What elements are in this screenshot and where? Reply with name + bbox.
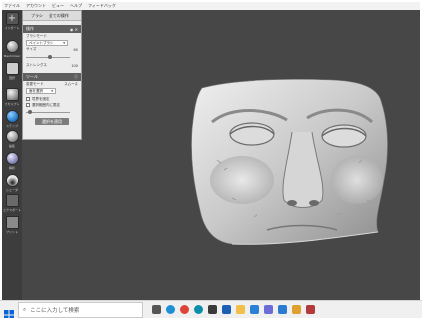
edge-new-icon[interactable]: [194, 305, 203, 314]
menu-bar: ファイル アカウント ビュー ヘルプ フィードバック: [2, 2, 420, 10]
panel-tabs: ブラシ 全ての操作: [23, 11, 81, 21]
cheek-left: [210, 156, 274, 204]
tool-label: 編集: [8, 144, 15, 148]
strength-row: ストレングス 100: [23, 62, 81, 69]
mode-row: 変更モード スムース: [23, 81, 81, 88]
size-value: 60: [73, 47, 78, 52]
brush-mode-value: ペイントブラシ: [29, 40, 54, 45]
print-icon: [5, 216, 19, 229]
photos-icon[interactable]: [264, 305, 273, 314]
tool-label: Meshmixer: [3, 54, 21, 58]
tool-label: シェーダ: [5, 188, 18, 192]
brush-mode-label: ブラシモード: [26, 34, 47, 38]
info-icon[interactable]: ⓘ: [74, 74, 78, 80]
shader-icon: [5, 174, 19, 187]
tool-meshmix[interactable]: Meshmixer: [4, 40, 20, 60]
tool-label: プリント: [5, 230, 18, 234]
taskbar: ⌕ ここに入力して検索: [0, 300, 422, 318]
tool-stamp[interactable]: ステンプ: [4, 110, 20, 130]
search-placeholder: ここに入力して検索: [30, 308, 80, 314]
strength-value: 100: [71, 63, 78, 68]
chevron-down-icon: ▾: [51, 89, 53, 93]
checkbox-limit-selection[interactable]: 選択範囲内に限定: [23, 102, 81, 108]
edit-icon: [5, 130, 19, 143]
store-icon[interactable]: [208, 305, 217, 314]
nostril-right: [309, 200, 319, 206]
tool-select[interactable]: 選択: [4, 62, 20, 82]
menu-file[interactable]: ファイル: [4, 2, 20, 10]
taskbar-search[interactable]: ⌕ ここに入力して検索: [18, 302, 143, 318]
mode-select[interactable]: 面を選択 ▾: [26, 88, 56, 94]
strength-slider[interactable]: [26, 110, 78, 115]
edge-icon[interactable]: [166, 305, 175, 314]
vscode-icon[interactable]: [278, 305, 287, 314]
explorer-icon[interactable]: [236, 305, 245, 314]
tool-import[interactable]: + インポート: [4, 12, 20, 32]
section-title: 操作: [26, 26, 34, 31]
tool-print[interactable]: プリント: [4, 216, 20, 236]
tool-label: 解析: [8, 166, 15, 170]
tab-brush[interactable]: ブラシ: [31, 13, 43, 19]
strength-label: ストレングス: [26, 63, 47, 67]
paint-icon[interactable]: [292, 305, 301, 314]
sphere-icon: [5, 40, 19, 53]
tool-export[interactable]: エクスポート: [3, 194, 21, 214]
checkbox-label: 境界を固定: [32, 96, 50, 101]
face-mesh-render: [191, 78, 388, 245]
stamp-icon: [5, 110, 19, 123]
apply-label: 選択を適用: [42, 118, 62, 124]
tool-label: スカルプト: [4, 102, 20, 106]
chevron-down-icon: ▾: [63, 41, 65, 45]
search-icon: ⌕: [23, 306, 27, 313]
3d-viewport[interactable]: [82, 10, 420, 300]
pin-icon[interactable]: ◉ ✕: [70, 27, 78, 32]
app-window: ファイル アカウント ビュー ヘルプ フィードバック + インポート Meshm…: [2, 2, 420, 300]
menu-feedback[interactable]: フィードバック: [88, 2, 116, 10]
tool-sculpt[interactable]: スカルプト: [4, 88, 20, 108]
meshmixer-icon[interactable]: [306, 305, 315, 314]
section-header-tool[interactable]: ツール ⓘ: [23, 73, 81, 81]
tool-edit[interactable]: 編集: [4, 130, 20, 150]
cheek-right: [331, 156, 383, 204]
apply-button[interactable]: 選択を適用: [35, 118, 69, 125]
size-label: サイズ: [26, 47, 37, 51]
menu-help[interactable]: ヘルプ: [70, 2, 82, 10]
windows-start-icon[interactable]: [4, 305, 14, 318]
section-title: ツール: [26, 74, 38, 79]
tool-label: ステンプ: [6, 124, 18, 128]
analysis-icon: [5, 152, 19, 165]
mode-value: スムース: [64, 82, 78, 86]
task-view-icon[interactable]: [152, 305, 161, 314]
sculpt-brush-icon: [5, 88, 19, 101]
tool-shader[interactable]: シェーダ: [4, 174, 20, 194]
menu-account[interactable]: アカウント: [26, 2, 46, 10]
size-slider[interactable]: [26, 55, 78, 60]
chrome-icon[interactable]: [180, 305, 189, 314]
checkbox-label: 選択範囲内に限定: [32, 102, 60, 107]
plus-icon: +: [5, 12, 19, 25]
checkbox-box[interactable]: [26, 103, 30, 107]
mode-select-value: 面を選択: [29, 88, 43, 93]
export-icon: [5, 194, 19, 207]
brush-mode-row: ブラシモード: [23, 33, 81, 40]
tool-label: インポート: [4, 26, 20, 30]
tool-analysis[interactable]: 解析: [4, 152, 20, 172]
section-header-operation[interactable]: 操作 ◉ ✕: [23, 25, 81, 33]
media-icon[interactable]: [250, 305, 259, 314]
tool-label: エクスポート: [3, 208, 21, 212]
nostril-left: [287, 200, 297, 206]
mode-label: 変更モード: [26, 82, 44, 86]
tab-all-ops[interactable]: 全ての操作: [49, 13, 69, 19]
mail-icon[interactable]: [222, 305, 231, 314]
menu-view[interactable]: ビュー: [52, 2, 64, 10]
size-row: サイズ 60: [23, 46, 81, 53]
tool-sidebar: + インポート Meshmixer 選択 スカルプト ステンプ 編集 解析 シェ…: [2, 10, 22, 300]
brush-icon: [5, 62, 19, 75]
checkbox-box[interactable]: [26, 97, 30, 101]
tool-label: 選択: [8, 76, 15, 80]
tool-panel: ブラシ 全ての操作 操作 ◉ ✕ ブラシモード ペイントブラシ ▾ サイズ 60…: [22, 10, 82, 140]
